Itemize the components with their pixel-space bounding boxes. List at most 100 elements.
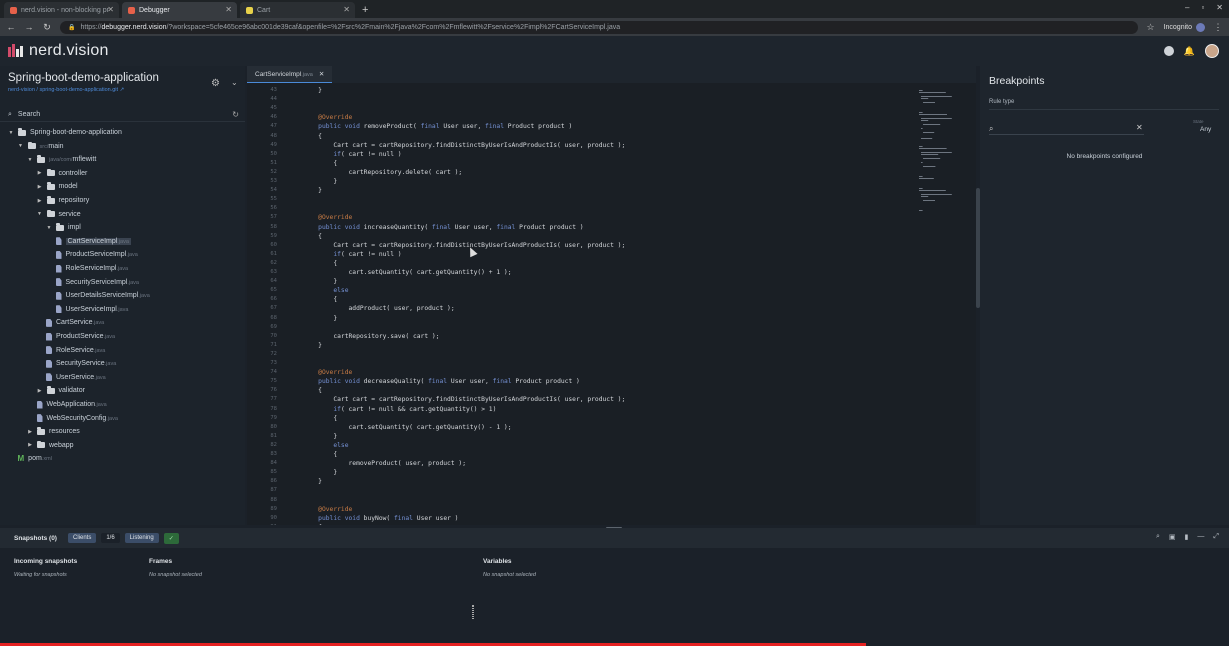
file-websecurityconfig[interactable]: WebSecurityConfig.java	[36, 412, 118, 425]
line-number[interactable]: 63	[247, 268, 277, 277]
file-securityservice[interactable]: SecurityService.java	[46, 357, 116, 370]
line-number[interactable]: 75	[247, 377, 277, 386]
line-number[interactable]: 84	[247, 459, 277, 468]
folder-spring-boot-demo-application[interactable]: ▼ Spring-boot-demo-application	[8, 126, 122, 139]
line-number[interactable]: 54	[247, 186, 277, 195]
line-number[interactable]: 67	[247, 304, 277, 313]
code-minimap[interactable]	[915, 84, 973, 214]
rule-type-select[interactable]: Rule type	[989, 99, 1014, 105]
browser-tab-0[interactable]: nerd.vision - non-blocking pr ✕	[4, 2, 119, 18]
line-number[interactable]: 70	[247, 332, 277, 341]
line-number[interactable]: 71	[247, 341, 277, 350]
line-number[interactable]: 77	[247, 395, 277, 404]
line-number[interactable]: 82	[247, 441, 277, 450]
line-number[interactable]: 72	[247, 350, 277, 359]
minimize-button[interactable]: –	[1185, 3, 1189, 12]
line-number[interactable]: 88	[247, 496, 277, 505]
reload-icon[interactable]: ↻	[42, 22, 52, 33]
folder-service[interactable]: ▼ service	[37, 208, 81, 221]
state-select[interactable]: Any	[1200, 126, 1211, 133]
refresh-icon[interactable]: ↻	[232, 110, 239, 119]
address-bar[interactable]: 🔒 https://debugger.nerd.vision/?workspac…	[60, 20, 1138, 34]
file-roleservice[interactable]: RoleService.java	[46, 344, 105, 357]
notifications-bell-icon[interactable]: 🔔	[1184, 46, 1195, 57]
file-userservice[interactable]: UserService.java	[46, 371, 106, 384]
app-logo[interactable]: nerd.vision	[8, 42, 109, 60]
line-number[interactable]: 83	[247, 450, 277, 459]
close-tab-icon[interactable]: ✕	[319, 70, 324, 78]
chevron-down-icon[interactable]: ⌄	[231, 78, 238, 87]
column-resize-handle[interactable]	[472, 605, 474, 619]
folder-mflewitt[interactable]: ▼ java/com/mflewitt	[27, 153, 96, 166]
browser-tab-1[interactable]: Debugger ✕	[122, 2, 237, 18]
line-number[interactable]: 60	[247, 241, 277, 250]
forward-arrow-icon[interactable]: →	[24, 22, 34, 32]
line-number[interactable]: 91	[247, 523, 277, 525]
close-window-button[interactable]: ✕	[1216, 3, 1223, 12]
clear-search-icon[interactable]: ✕	[1136, 123, 1143, 132]
line-number[interactable]: 66	[247, 295, 277, 304]
line-number[interactable]: 81	[247, 432, 277, 441]
file-userdetailsserviceimpl[interactable]: UserDetailsServiceImpl.java	[55, 289, 150, 302]
file-cartserviceimpl[interactable]: CartServiceImpl.java	[55, 235, 131, 248]
line-number[interactable]: 85	[247, 468, 277, 477]
check-icon[interactable]: ✓	[163, 532, 179, 544]
line-number[interactable]: 74	[247, 368, 277, 377]
folder-impl[interactable]: ▼ impl	[46, 221, 81, 234]
repository-link[interactable]: nerd-vision / spring-boot-demo-applicati…	[8, 87, 124, 93]
line-number[interactable]: 65	[247, 286, 277, 295]
line-number[interactable]: 56	[247, 204, 277, 213]
line-number[interactable]: 46	[247, 113, 277, 122]
folder-main[interactable]: ▼ src/main	[18, 140, 64, 153]
breakpoint-search-input[interactable]: ⌕	[989, 123, 1144, 135]
line-number[interactable]: 45	[247, 104, 277, 113]
gear-icon[interactable]: ⚙	[211, 78, 220, 89]
line-number[interactable]: 78	[247, 405, 277, 414]
line-number[interactable]: 50	[247, 150, 277, 159]
expand-icon[interactable]: ⤢	[1213, 533, 1219, 541]
close-tab-icon[interactable]: ✕	[107, 5, 114, 14]
line-number[interactable]: 89	[247, 505, 277, 514]
lock-icon[interactable]: ▣	[1169, 533, 1176, 541]
line-number[interactable]: 44	[247, 95, 277, 104]
line-number[interactable]: 73	[247, 359, 277, 368]
line-number[interactable]: 76	[247, 386, 277, 395]
line-number[interactable]: 53	[247, 177, 277, 186]
bookmark-star-icon[interactable]: ☆	[1146, 22, 1156, 33]
browser-menu-icon[interactable]: ⋮	[1213, 22, 1223, 33]
line-number[interactable]: 51	[247, 159, 277, 168]
file-userserviceimpl[interactable]: UserServiceImpl.java	[55, 303, 128, 316]
file-webapplication[interactable]: WebApplication.java	[36, 398, 107, 411]
line-number[interactable]: 52	[247, 168, 277, 177]
line-number[interactable]: 57	[247, 213, 277, 222]
folder-model[interactable]: ▶ model	[37, 180, 78, 193]
file-roleserviceimpl[interactable]: RoleServiceImpl.java	[55, 262, 128, 275]
file-cartservice[interactable]: CartService.java	[46, 316, 104, 329]
listening-toggle[interactable]: Listening	[124, 533, 159, 543]
help-icon[interactable]	[1163, 46, 1174, 56]
line-number[interactable]: 59	[247, 232, 277, 241]
file-pom[interactable]: Mpom.xml	[18, 452, 52, 465]
line-number[interactable]: 55	[247, 195, 277, 204]
file-productserviceimpl[interactable]: ProductServiceImpl.java	[55, 248, 138, 261]
line-number[interactable]: 64	[247, 277, 277, 286]
line-number[interactable]: 49	[247, 141, 277, 150]
minimize-panel-icon[interactable]: —	[1197, 533, 1204, 541]
file-search-input[interactable]: ⌕ Search ↻	[0, 108, 245, 122]
editor-tab-cartserviceimpl[interactable]: CartServiceImpl.java ✕	[247, 66, 333, 83]
file-productservice[interactable]: ProductService.java	[46, 330, 115, 343]
line-number[interactable]: 58	[247, 223, 277, 232]
clients-button[interactable]: Clients	[67, 533, 97, 543]
folder-controller[interactable]: ▶ controller	[37, 167, 87, 180]
line-number[interactable]: 86	[247, 477, 277, 486]
folder-webapp[interactable]: ▶ webapp	[27, 439, 74, 452]
line-number[interactable]: 68	[247, 314, 277, 323]
folder-repository[interactable]: ▶ repository	[37, 194, 89, 207]
line-number[interactable]: 80	[247, 423, 277, 432]
avatar[interactable]	[1205, 44, 1219, 58]
line-number[interactable]: 87	[247, 486, 277, 495]
line-number[interactable]: 47	[247, 122, 277, 131]
close-tab-icon[interactable]: ✕	[225, 5, 232, 14]
browser-tab-2[interactable]: Cart ✕	[240, 2, 355, 18]
close-tab-icon[interactable]: ✕	[343, 5, 350, 14]
